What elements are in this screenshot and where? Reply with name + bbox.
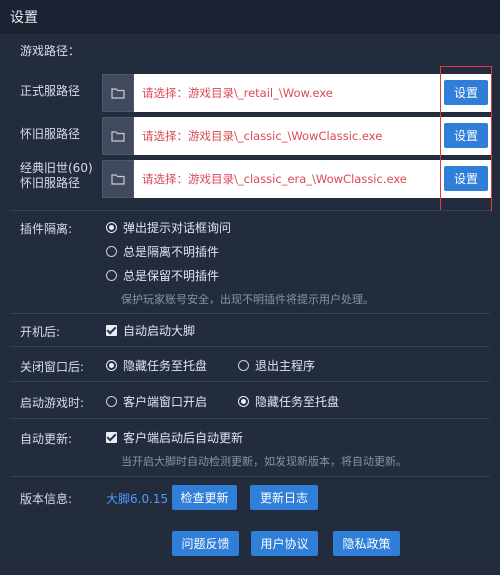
divider — [10, 418, 490, 419]
close-option-tray-label: 隐藏任务至托盘 — [123, 359, 208, 373]
classic-path-row: 请选择：游戏目录\_classic_\WowClassic.exe 设置 — [102, 117, 492, 155]
radio-unselected[interactable] — [238, 360, 249, 371]
auto-update-option-label: 客户端启动后自动更新 — [123, 431, 244, 445]
auto-update-hint: 当开启大脚时自动检测更新，如发现新版本，将自动更新。 — [121, 455, 407, 468]
plugin-option-isolate-label: 总是隔离不明插件 — [123, 245, 220, 259]
auto-update-label: 自动更新: — [20, 432, 73, 446]
radio-unselected[interactable] — [106, 396, 117, 407]
classic-era-folder-button[interactable] — [102, 160, 134, 198]
privacy-policy-button[interactable]: 隐私政策 — [333, 531, 400, 556]
launch-option-window-label: 客户端窗口开启 — [123, 395, 208, 409]
classic-path-label: 怀旧服路径 — [20, 127, 81, 141]
radio-unselected[interactable] — [106, 270, 117, 281]
classic-era-path-label: 经典旧世(60) 怀旧服路径 — [20, 161, 93, 191]
plugin-isolation-label: 插件隔离: — [20, 222, 73, 236]
feedback-button[interactable]: 问题反馈 — [172, 531, 239, 556]
close-option-tray[interactable]: 隐藏任务至托盘 — [106, 357, 207, 374]
retail-path-input[interactable]: 请选择：游戏目录\_retail_\Wow.exe — [134, 74, 492, 112]
classic-path-input[interactable]: 请选择：游戏目录\_classic_\WowClassic.exe — [134, 117, 492, 155]
checkbox-checked[interactable] — [106, 325, 117, 336]
radio-selected[interactable] — [106, 222, 117, 233]
folder-icon — [111, 174, 125, 185]
plugin-option-ask-label: 弹出提示对话框询问 — [123, 221, 232, 235]
plugin-isolation-hint: 保护玩家账号安全，出现不明插件将提示用户处理。 — [121, 293, 374, 306]
startup-auto-launch[interactable]: 自动启动大脚 — [106, 322, 195, 339]
user-agreement-button[interactable]: 用户协议 — [251, 531, 318, 556]
game-path-heading: 游戏路径： — [20, 44, 81, 58]
divider — [10, 476, 490, 477]
folder-icon — [111, 131, 125, 142]
changelog-button[interactable]: 更新日志 — [250, 485, 318, 510]
classic-era-label-line2: 怀旧服路径 — [20, 176, 81, 190]
classic-folder-button[interactable] — [102, 117, 134, 155]
checkbox-checked[interactable] — [106, 432, 117, 443]
divider — [10, 313, 490, 314]
window-title-bar: 设置 — [0, 0, 500, 34]
radio-unselected[interactable] — [106, 246, 117, 257]
plugin-option-keep[interactable]: 总是保留不明插件 — [106, 267, 219, 284]
version-info-label: 版本信息: — [20, 492, 73, 506]
classic-era-path-row: 请选择：游戏目录\_classic_era_\WowClassic.exe 设置 — [102, 160, 492, 198]
divider — [10, 381, 490, 382]
startup-auto-launch-label: 自动启动大脚 — [123, 324, 196, 338]
close-option-exit[interactable]: 退出主程序 — [238, 357, 315, 374]
set-buttons-highlight — [440, 66, 492, 211]
version-number: 大脚6.0.15 — [106, 492, 169, 506]
radio-selected[interactable] — [238, 396, 249, 407]
plugin-option-isolate[interactable]: 总是隔离不明插件 — [106, 243, 219, 260]
launch-game-label: 启动游戏时: — [20, 396, 85, 410]
startup-label: 开机后: — [20, 325, 61, 339]
plugin-option-keep-label: 总是保留不明插件 — [123, 269, 220, 283]
divider — [10, 210, 490, 211]
check-update-button[interactable]: 检查更新 — [172, 485, 237, 510]
divider — [10, 346, 490, 347]
window-title: 设置 — [10, 10, 38, 26]
plugin-option-ask[interactable]: 弹出提示对话框询问 — [106, 219, 231, 236]
retail-path-label: 正式服路径 — [20, 84, 81, 98]
launch-option-window[interactable]: 客户端窗口开启 — [106, 393, 207, 410]
retail-folder-button[interactable] — [102, 74, 134, 112]
folder-icon — [111, 88, 125, 99]
close-option-exit-label: 退出主程序 — [255, 359, 316, 373]
radio-selected[interactable] — [106, 360, 117, 371]
classic-era-path-input[interactable]: 请选择：游戏目录\_classic_era_\WowClassic.exe — [134, 160, 492, 198]
close-window-label: 关闭窗口后: — [20, 360, 85, 374]
launch-option-tray[interactable]: 隐藏任务至托盘 — [238, 393, 339, 410]
launch-option-tray-label: 隐藏任务至托盘 — [255, 395, 340, 409]
auto-update-option[interactable]: 客户端启动后自动更新 — [106, 429, 243, 446]
classic-era-label-line1: 经典旧世(60) — [20, 161, 93, 175]
retail-path-row: 请选择：游戏目录\_retail_\Wow.exe 设置 — [102, 74, 492, 112]
